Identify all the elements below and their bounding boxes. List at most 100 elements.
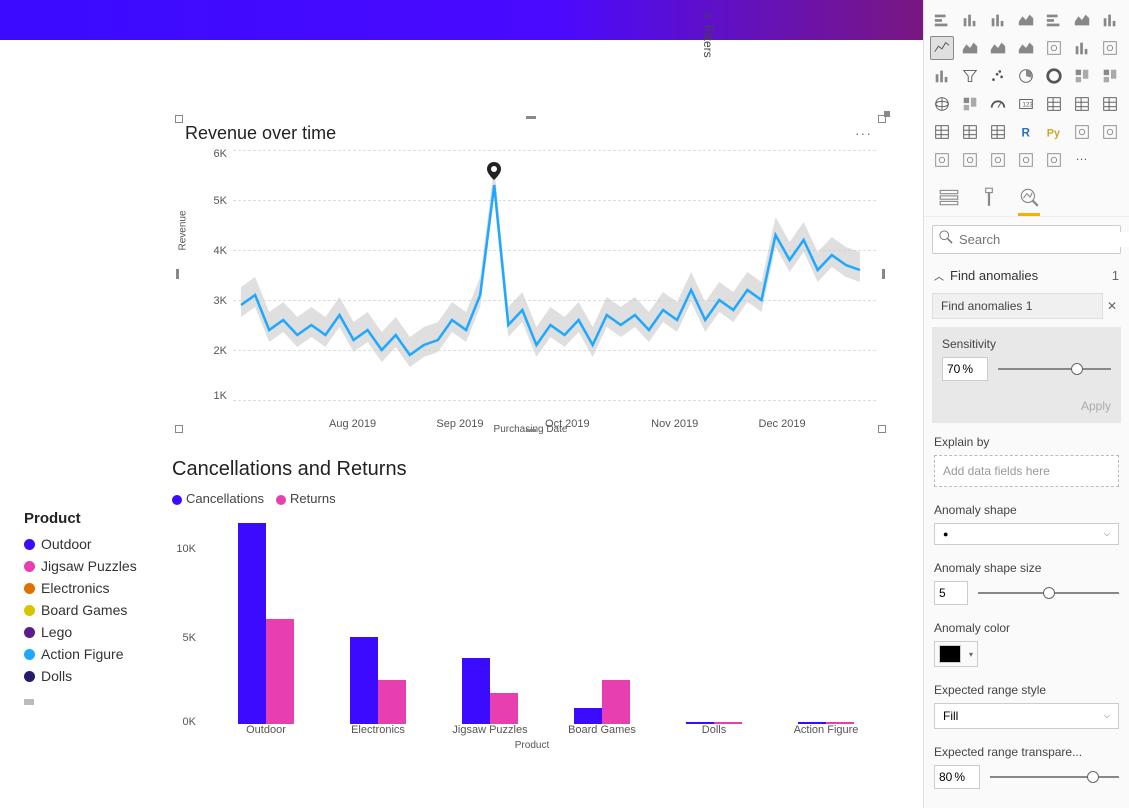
viz-paginated-icon[interactable] <box>986 148 1010 172</box>
product-slicer[interactable]: Product OutdoorJigsaw PuzzlesElectronics… <box>24 510 164 687</box>
resize-handle[interactable] <box>175 115 183 123</box>
anomaly-color-dropdown[interactable]: ▾ <box>934 641 978 667</box>
slicer-item[interactable]: Electronics <box>24 577 164 599</box>
viz-scatter-icon[interactable] <box>986 64 1010 88</box>
bar-group[interactable] <box>781 722 871 724</box>
resize-handle[interactable] <box>878 425 886 433</box>
explain-by-field-well[interactable]: Add data fields here <box>934 455 1119 487</box>
viz-decomposition-icon[interactable] <box>1098 120 1122 144</box>
expected-range-transparency-input[interactable]: 80% <box>934 765 980 789</box>
cancellations-bar-chart-visual[interactable]: Cancellations and Returns Cancellations … <box>172 458 892 751</box>
viz-stacked-area-icon[interactable] <box>986 36 1010 60</box>
anomaly-shape-size-input[interactable]: 5 <box>934 581 968 605</box>
bar[interactable] <box>490 693 518 725</box>
bar[interactable] <box>826 722 854 724</box>
viz-line-clustered-icon[interactable] <box>1042 36 1066 60</box>
remove-anomaly-button[interactable]: ✕ <box>1103 299 1121 313</box>
slicer-item[interactable]: Outdoor <box>24 533 164 555</box>
bar-group[interactable] <box>333 637 423 725</box>
viz-funnel-icon[interactable] <box>958 64 982 88</box>
viz-key-influencer-icon[interactable] <box>1070 120 1094 144</box>
legend-item[interactable]: Cancellations <box>172 491 264 506</box>
viz-waterfall-icon[interactable] <box>1070 36 1094 60</box>
bar-group[interactable] <box>445 658 535 725</box>
viz-chat-icon[interactable] <box>958 148 982 172</box>
bar-group[interactable] <box>557 680 647 724</box>
resize-handle[interactable] <box>526 429 536 432</box>
revenue-line-chart-visual[interactable]: Revenue over time ··· Revenue 6K 5K 4K 3… <box>178 118 883 430</box>
resize-handle[interactable] <box>526 116 536 119</box>
viz-ribbon-icon[interactable] <box>1098 8 1122 32</box>
expected-range-style-dropdown[interactable]: Fill ⌵ <box>934 703 1119 729</box>
bar[interactable] <box>378 680 406 724</box>
viz-qna-icon[interactable] <box>930 148 954 172</box>
viz-table2-icon[interactable] <box>958 120 982 144</box>
bar[interactable] <box>238 523 266 724</box>
viz-area-icon[interactable] <box>958 36 982 60</box>
bar[interactable] <box>350 637 378 725</box>
viz-map-filled-icon[interactable] <box>1098 64 1122 88</box>
resize-handle[interactable] <box>176 269 179 279</box>
viz-stacked-100-h-icon[interactable] <box>1070 8 1094 32</box>
scrollbar[interactable] <box>24 699 164 707</box>
viz-column-line-icon[interactable] <box>930 64 954 88</box>
viz-stacked-bar-h-icon[interactable] <box>930 8 954 32</box>
viz-clustered-bar-v-icon[interactable] <box>986 8 1010 32</box>
bar[interactable] <box>714 722 742 724</box>
bar[interactable] <box>798 722 826 724</box>
slicer-item[interactable]: Lego <box>24 621 164 643</box>
search-input[interactable] <box>959 232 1129 247</box>
viz-multi-row-icon[interactable] <box>1070 92 1094 116</box>
viz-kpi-icon[interactable] <box>1042 92 1066 116</box>
search-box[interactable] <box>932 225 1121 254</box>
bar[interactable] <box>462 658 490 725</box>
viz-pie-icon[interactable] <box>1014 64 1038 88</box>
expected-range-transparency-slider[interactable] <box>990 776 1119 778</box>
viz-treemap-icon[interactable] <box>1070 64 1094 88</box>
viz-scatter-line-icon[interactable] <box>1098 36 1122 60</box>
viz-powerapps-icon[interactable] <box>1014 148 1038 172</box>
report-canvas[interactable]: ◁ Filters Revenue over time ··· Revenue <box>0 0 923 808</box>
viz-stacked-bar-v-icon[interactable] <box>958 8 982 32</box>
slicer-item[interactable]: Jigsaw Puzzles <box>24 555 164 577</box>
viz-stacked-100-v-icon[interactable] <box>1014 8 1038 32</box>
bar[interactable] <box>686 722 714 724</box>
viz-line-stacked-icon[interactable] <box>1014 36 1038 60</box>
find-anomalies-header[interactable]: ︿ Find anomalies 1 <box>924 262 1129 289</box>
viz-globe-icon[interactable] <box>930 92 954 116</box>
viz-py-icon[interactable]: Py <box>1042 120 1066 144</box>
bar[interactable] <box>574 708 602 724</box>
resize-handle[interactable] <box>175 425 183 433</box>
viz-matrix-icon[interactable] <box>930 120 954 144</box>
viz-table-icon[interactable] <box>1098 92 1122 116</box>
fields-tab[interactable] <box>938 186 960 208</box>
viz-auto-icon[interactable] <box>1042 148 1066 172</box>
anomaly-shape-dropdown[interactable]: ● ⌵ <box>934 523 1119 545</box>
bar[interactable] <box>602 680 630 724</box>
apply-button[interactable]: Apply <box>942 381 1111 413</box>
legend-item[interactable]: Returns <box>276 491 336 506</box>
viz-card-icon[interactable]: 123 <box>1014 92 1038 116</box>
more-icon[interactable]: ··· <box>855 125 872 141</box>
anomaly-instance-chip[interactable]: Find anomalies 1 <box>932 293 1103 319</box>
format-tab[interactable] <box>978 186 1000 208</box>
slicer-item[interactable]: Dolls <box>24 665 164 687</box>
filters-pane-toggle[interactable]: ◁ Filters <box>699 4 717 64</box>
viz-r-icon[interactable]: R <box>1014 120 1038 144</box>
resize-handle[interactable] <box>882 269 885 279</box>
sensitivity-slider[interactable] <box>998 368 1111 370</box>
slicer-item[interactable]: Action Figure <box>24 643 164 665</box>
anomaly-shape-size-slider[interactable] <box>978 592 1119 594</box>
viz-gauge-icon[interactable] <box>986 92 1010 116</box>
viz-clustered-bar-h-icon[interactable] <box>1042 8 1066 32</box>
viz-more-icon[interactable]: ··· <box>1070 148 1094 172</box>
viz-donut-icon[interactable] <box>1042 64 1066 88</box>
bar-group[interactable] <box>221 523 311 724</box>
bar-group[interactable] <box>669 722 759 724</box>
viz-matrix2-icon[interactable] <box>986 120 1010 144</box>
sensitivity-value-input[interactable]: 70% <box>942 357 988 381</box>
viz-shield-icon[interactable] <box>958 92 982 116</box>
bar[interactable] <box>266 619 294 724</box>
analytics-tab[interactable] <box>1018 186 1040 208</box>
anomaly-marker-icon[interactable] <box>487 162 501 185</box>
